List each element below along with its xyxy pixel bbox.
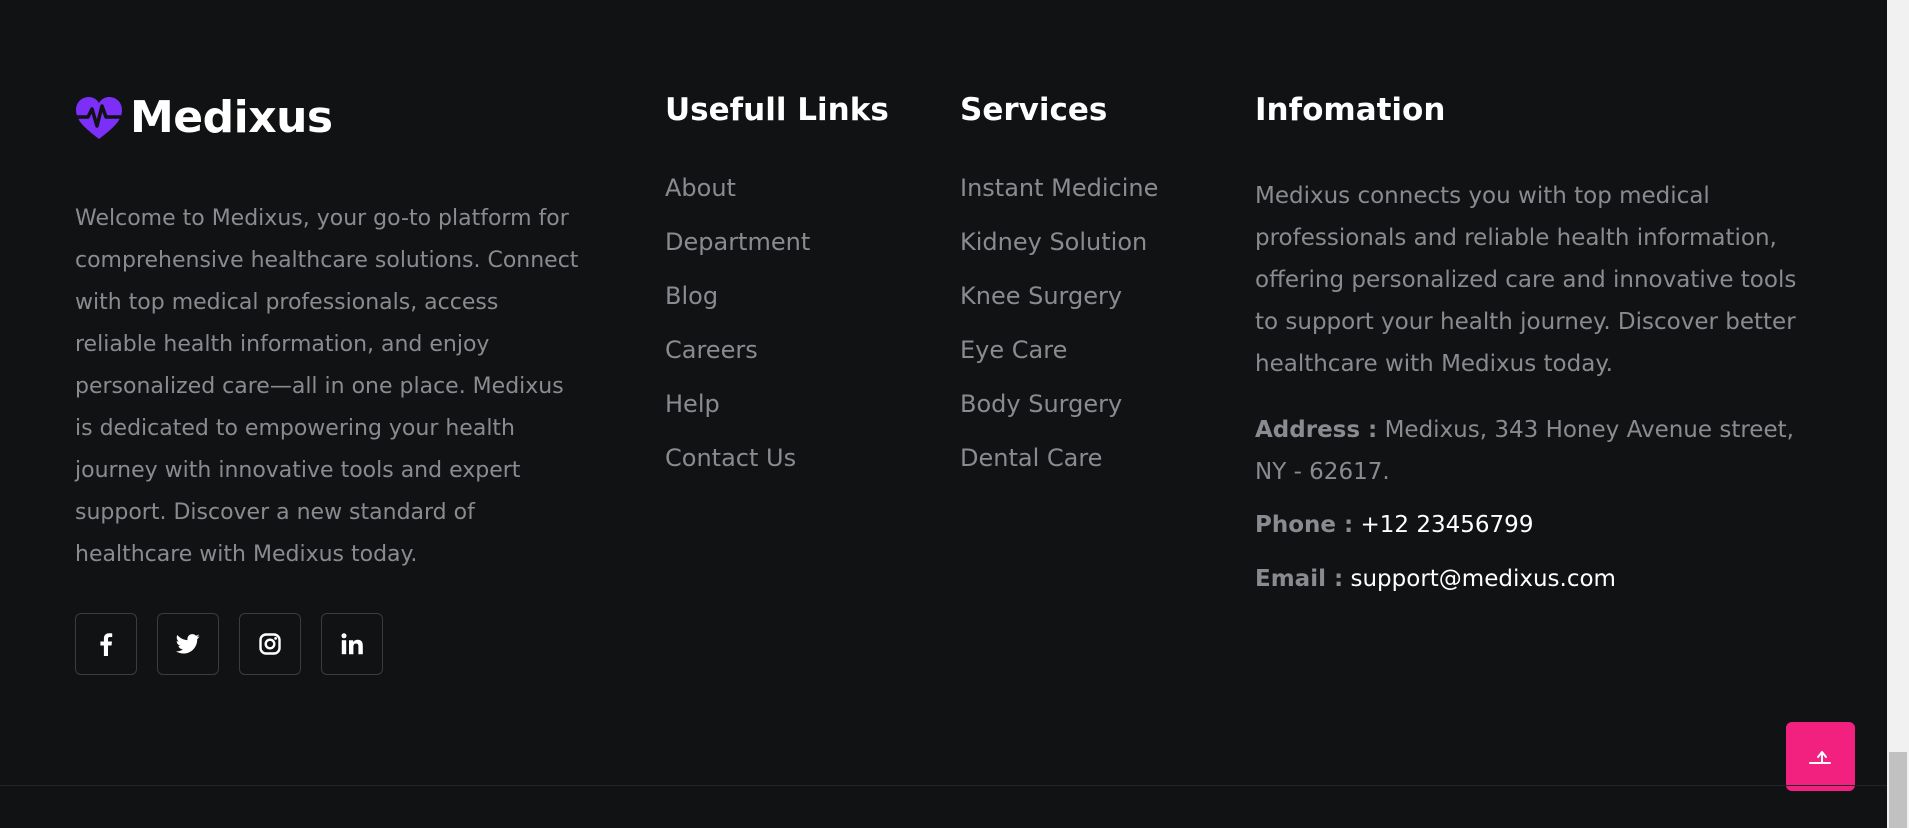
service-link-instant-medicine[interactable]: Instant Medicine	[960, 172, 1158, 226]
twitter-button[interactable]	[157, 613, 219, 675]
useful-link-careers[interactable]: Careers	[665, 334, 810, 388]
arrow-up-icon	[1808, 750, 1831, 764]
useful-link-help[interactable]: Help	[665, 388, 810, 442]
email-label: Email :	[1255, 566, 1344, 592]
useful-link-about[interactable]: About	[665, 172, 810, 226]
heartbeat-icon	[74, 97, 124, 139]
social-links	[75, 613, 383, 675]
scrollbar-thumb[interactable]	[1889, 752, 1907, 828]
facebook-icon	[100, 633, 113, 656]
service-link-knee-surgery[interactable]: Knee Surgery	[960, 280, 1158, 334]
linkedin-button[interactable]	[321, 613, 383, 675]
address-label: Address :	[1255, 417, 1378, 443]
about-description: Welcome to Medixus, your go-to platform …	[75, 206, 579, 567]
phone-link[interactable]: +12 23456799	[1361, 512, 1534, 538]
footer-logo[interactable]: Medixus	[74, 90, 333, 146]
information-description: Medixus connects you with top medical pr…	[1255, 183, 1797, 377]
address-line: Address : Medixus, 343 Honey Avenue stre…	[1255, 409, 1815, 493]
brand-name: Medixus	[130, 92, 333, 143]
service-link-body-surgery[interactable]: Body Surgery	[960, 388, 1158, 442]
service-link-kidney-solution[interactable]: Kidney Solution	[960, 226, 1158, 280]
instagram-button[interactable]	[239, 613, 301, 675]
email-link[interactable]: support@medixus.com	[1350, 566, 1615, 592]
page-scrollbar[interactable]	[1887, 0, 1909, 828]
facebook-button[interactable]	[75, 613, 137, 675]
useful-link-contact-us[interactable]: Contact Us	[665, 442, 810, 496]
useful-link-blog[interactable]: Blog	[665, 280, 810, 334]
useful-links-heading: Usefull Links	[665, 92, 889, 128]
footer: Medixus Welcome to Medixus, your go-to p…	[0, 0, 1909, 828]
useful-links-list: About Department Blog Careers Help Conta…	[665, 172, 810, 496]
linkedin-icon	[341, 633, 363, 655]
twitter-icon	[176, 634, 200, 654]
phone-label: Phone :	[1255, 512, 1354, 538]
service-link-eye-care[interactable]: Eye Care	[960, 334, 1158, 388]
phone-line: Phone : +12 23456799	[1255, 504, 1815, 546]
information-heading: Infomation	[1255, 92, 1446, 128]
email-line: Email : support@medixus.com	[1255, 558, 1815, 600]
footer-divider	[0, 785, 1887, 786]
useful-link-department[interactable]: Department	[665, 226, 810, 280]
services-heading: Services	[960, 92, 1108, 128]
back-to-top-button[interactable]	[1786, 722, 1855, 791]
instagram-icon	[259, 633, 281, 655]
service-link-dental-care[interactable]: Dental Care	[960, 442, 1158, 496]
services-list: Instant Medicine Kidney Solution Knee Su…	[960, 172, 1158, 496]
